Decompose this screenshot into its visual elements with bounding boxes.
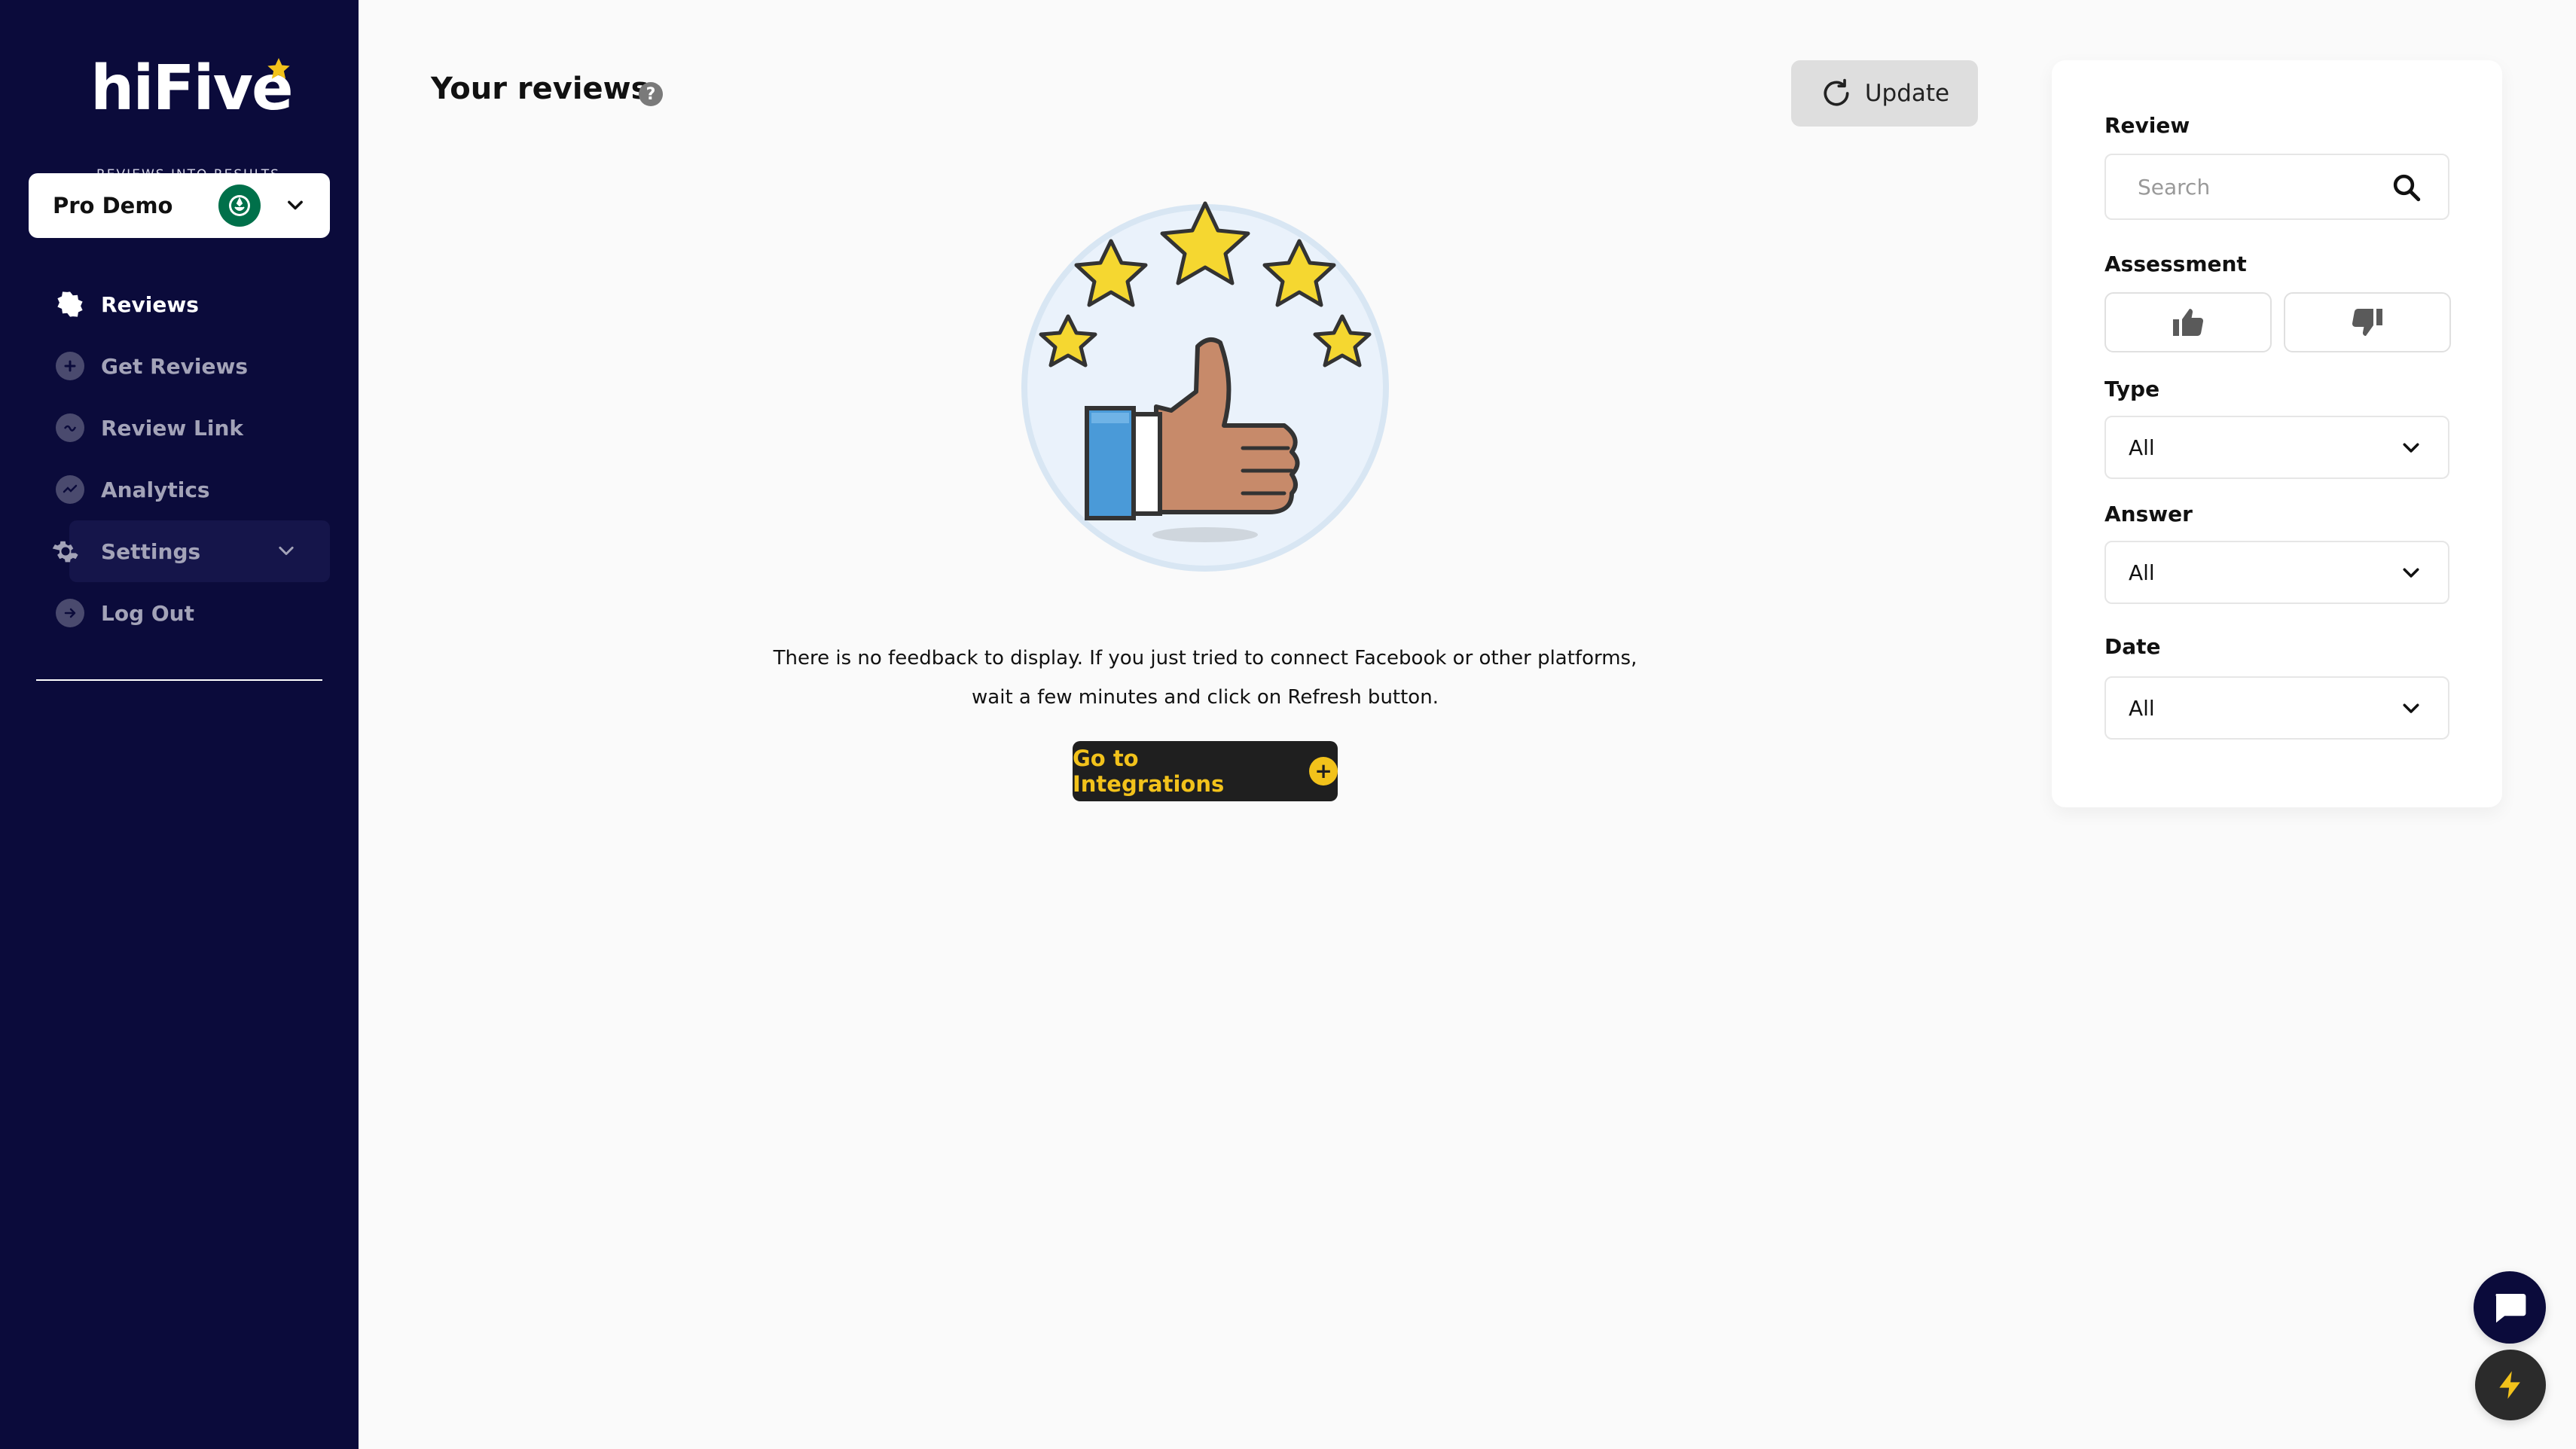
sidebar-item-label: Analytics — [101, 477, 210, 502]
account-avatar — [218, 185, 261, 227]
page-title: Your reviews — [431, 72, 649, 106]
empty-state-line-1: There is no feedback to display. If you … — [773, 647, 1637, 670]
chevron-down-icon — [288, 200, 303, 210]
sidebar: hiFive REVIEWS INTO RESULTS. Pro Demo — [0, 0, 359, 1449]
integrations-label: Go to Integrations — [1073, 746, 1225, 797]
type-filter-label: Type — [2104, 377, 2160, 401]
date-filter-label: Date — [2104, 634, 2161, 659]
sidebar-divider — [36, 679, 322, 681]
empty-state-message: There is no feedback to display. If you … — [753, 639, 1657, 717]
chat-widget-button[interactable] — [2474, 1271, 2546, 1344]
plus-circle-icon: + — [1309, 757, 1338, 786]
sidebar-item-label: Review Link — [101, 415, 243, 441]
analytics-icon — [56, 475, 84, 504]
quick-actions-button[interactable] — [2475, 1350, 2546, 1420]
thumbs-down-filter-button[interactable] — [2284, 292, 2451, 352]
assessment-filter-label: Assessment — [2104, 252, 2247, 276]
sidebar-item-label: Log Out — [101, 600, 194, 626]
empty-state-line-2: wait a few minutes and click on Refresh … — [972, 686, 1439, 709]
sidebar-item-log-out[interactable]: Log Out — [0, 582, 359, 644]
sidebar-item-settings[interactable]: Settings — [0, 520, 359, 582]
filters-panel: Review Assessment Type All Answer All Da… — [2052, 60, 2502, 807]
sidebar-item-analytics[interactable]: Analytics — [0, 459, 359, 520]
type-select-value: All — [2129, 435, 2155, 460]
answer-select[interactable]: All — [2104, 541, 2449, 604]
thumbs-up-filter-button[interactable] — [2104, 292, 2272, 352]
reviews-icon — [56, 290, 84, 319]
go-to-integrations-button[interactable]: Go to Integrations + — [1073, 741, 1338, 801]
logo-star-icon — [267, 58, 290, 79]
answer-select-value: All — [2129, 560, 2155, 585]
chevron-down-icon — [2403, 568, 2419, 578]
sidebar-item-review-link[interactable]: Review Link — [0, 397, 359, 459]
sidebar-item-label: Settings — [101, 538, 201, 564]
update-button[interactable]: Update — [1791, 60, 1978, 127]
chevron-down-icon — [2403, 443, 2419, 453]
sidebar-item-label: Get Reviews — [101, 353, 249, 379]
gear-icon — [51, 537, 80, 566]
refresh-icon — [1824, 78, 1849, 106]
sidebar-item-get-reviews[interactable]: Get Reviews — [0, 335, 359, 397]
sidebar-nav: Reviews Get Reviews Review Link Analytic… — [0, 273, 359, 644]
thumbs-up-stars-illustration — [1021, 201, 1389, 572]
brand-logo[interactable]: hiFive REVIEWS INTO RESULTS. — [90, 51, 301, 182]
link-icon — [56, 413, 84, 442]
thumbs-up-icon — [2173, 309, 2204, 337]
answer-filter-label: Answer — [2104, 502, 2193, 526]
type-select[interactable]: All — [2104, 416, 2449, 479]
sidebar-item-reviews[interactable]: Reviews — [0, 273, 359, 335]
account-name: Pro Demo — [53, 193, 173, 218]
date-select[interactable]: All — [2104, 676, 2449, 740]
chevron-down-icon — [279, 546, 294, 555]
update-label: Update — [1864, 80, 1950, 107]
account-switcher[interactable]: Pro Demo — [29, 173, 330, 238]
review-filter-label: Review — [2104, 113, 2190, 138]
help-icon[interactable]: ? — [639, 82, 663, 106]
logout-icon — [56, 599, 84, 627]
search-box[interactable] — [2104, 154, 2449, 220]
lightning-bolt-icon — [2499, 1371, 2520, 1399]
chat-icon — [2495, 1294, 2526, 1323]
starbucks-logo-icon — [223, 189, 256, 222]
plus-icon — [56, 352, 84, 380]
sidebar-item-label: Reviews — [101, 291, 199, 317]
search-icon[interactable] — [2391, 172, 2422, 203]
date-select-value: All — [2129, 695, 2155, 721]
thumbs-down-icon — [2352, 308, 2382, 336]
chevron-down-icon — [2403, 703, 2419, 713]
brand-name: hiFive — [90, 53, 294, 124]
